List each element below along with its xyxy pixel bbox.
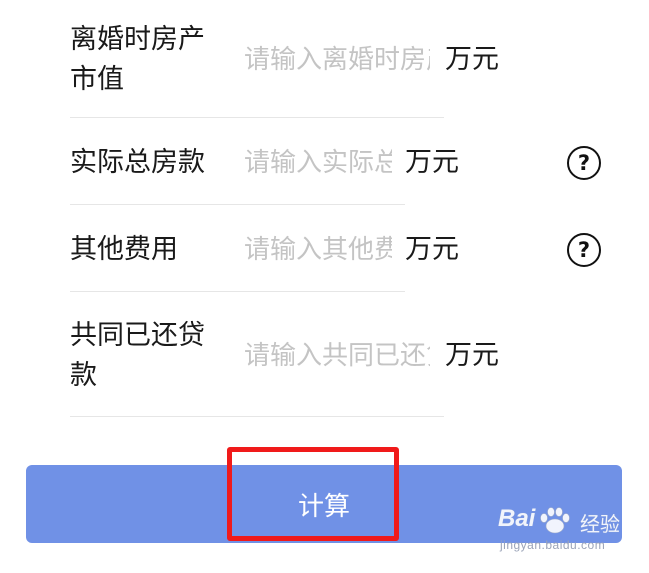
label-total-price: 实际总房款 bbox=[70, 147, 205, 178]
other-fees-input[interactable] bbox=[244, 230, 392, 270]
label-other-fees: 其他费用 bbox=[70, 234, 178, 265]
label-market-value: 离婚时房产市值 bbox=[70, 24, 205, 95]
joint-repaid-input[interactable] bbox=[244, 336, 430, 376]
help-icon[interactable]: ? bbox=[567, 233, 601, 267]
divider bbox=[70, 204, 405, 205]
unit-total-price: 万元 bbox=[405, 147, 459, 178]
divider bbox=[70, 117, 444, 118]
unit-market-value: 万元 bbox=[445, 44, 499, 75]
total-price-input[interactable] bbox=[244, 143, 392, 183]
label-joint-repaid: 共同已还贷款 bbox=[70, 320, 205, 391]
house-division-calculator: 离婚时房产市值 万元 实际总房款 万元 ? 其他费用 万元 ? 共同已还贷款 万… bbox=[0, 0, 649, 573]
divider bbox=[70, 291, 405, 292]
help-icon[interactable]: ? bbox=[567, 146, 601, 180]
calculate-button[interactable]: 计算 bbox=[26, 465, 622, 543]
divider bbox=[70, 416, 444, 417]
unit-other-fees: 万元 bbox=[405, 234, 459, 265]
market-value-input[interactable] bbox=[244, 40, 430, 80]
unit-joint-repaid: 万元 bbox=[445, 340, 499, 371]
